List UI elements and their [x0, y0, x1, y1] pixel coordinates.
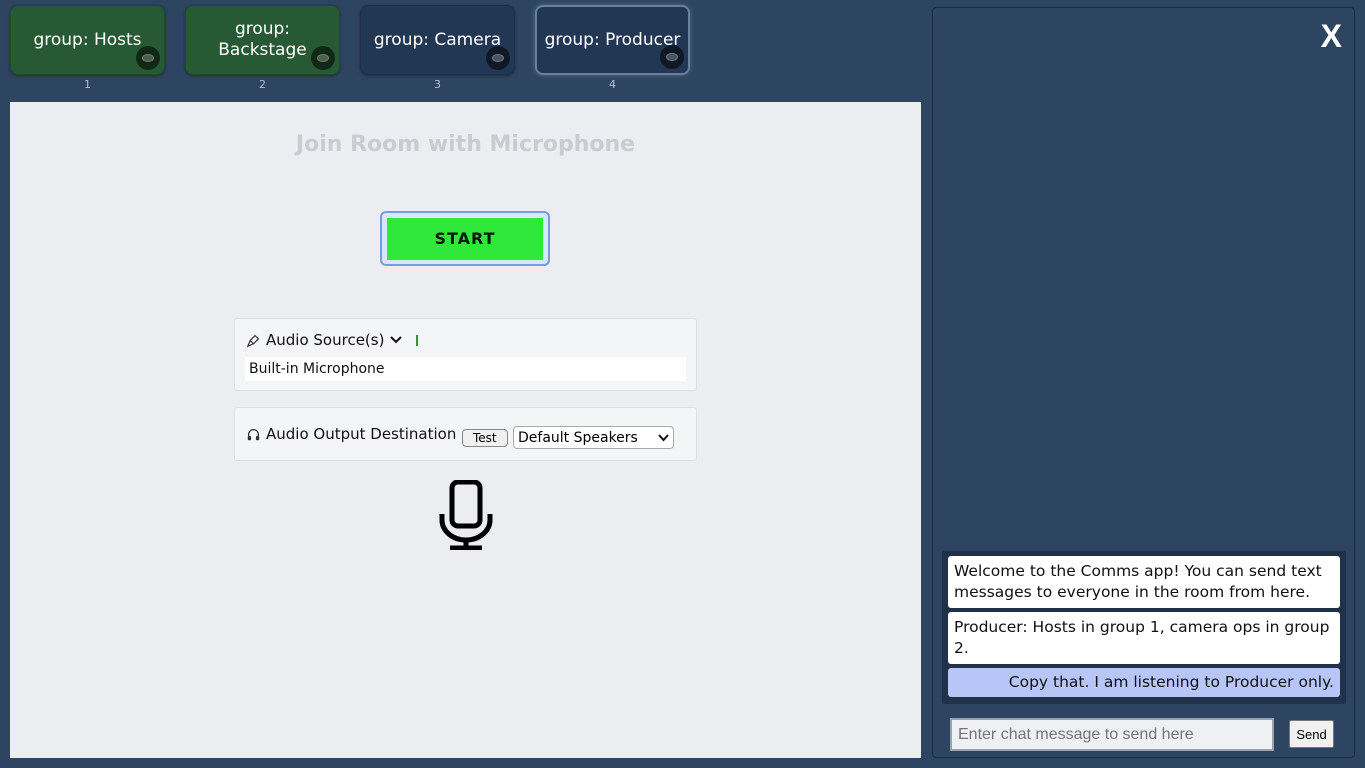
audio-output-header: Audio Output Destination	[247, 425, 456, 443]
chat-message: Welcome to the Comms app! You can send t…	[948, 556, 1340, 608]
group-number: 2	[259, 78, 266, 91]
eye-icon[interactable]	[660, 45, 684, 69]
group-number: 1	[84, 78, 91, 91]
page-title: Join Room with Microphone	[295, 132, 636, 157]
audio-output-select[interactable]: Default Speakers	[513, 426, 674, 449]
headphones-icon	[247, 428, 260, 440]
eye-icon[interactable]	[136, 46, 160, 70]
chevron-down-icon[interactable]	[390, 335, 403, 345]
audio-source-card: Audio Source(s) Built-in Microphone	[234, 318, 697, 391]
audio-level-meter	[416, 334, 419, 346]
group-label: group: Camera	[373, 29, 502, 50]
audio-source-header[interactable]: Audio Source(s)	[247, 331, 419, 349]
test-audio-button[interactable]: Test	[462, 429, 508, 447]
eye-icon[interactable]	[311, 46, 335, 70]
microphone-icon	[247, 334, 260, 347]
start-button-frame: START	[380, 211, 550, 266]
eye-icon[interactable]	[486, 46, 510, 70]
join-room-panel: Join Room with Microphone START Audio So…	[10, 102, 921, 758]
group-number: 3	[434, 78, 441, 91]
group-label: group: Producer	[544, 29, 681, 50]
start-button[interactable]: START	[387, 217, 543, 260]
group-tile-producer[interactable]: group: Producer	[535, 5, 690, 75]
chat-message: Producer: Hosts in group 1, camera ops i…	[948, 612, 1340, 664]
microphone-icon[interactable]	[436, 480, 496, 550]
chat-input[interactable]	[950, 718, 1274, 751]
close-icon[interactable]: X	[1321, 18, 1342, 55]
group-label: group: Hosts	[33, 29, 142, 50]
audio-source-label: Audio Source(s)	[266, 331, 385, 349]
group-tile-camera[interactable]: group: Camera	[360, 5, 515, 75]
chat-sidebar: X Welcome to the Comms app! You can send…	[932, 7, 1355, 758]
group-number: 4	[609, 78, 616, 91]
chat-message-own: Copy that. I am listening to Producer on…	[948, 668, 1340, 697]
audio-output-label: Audio Output Destination	[266, 425, 457, 443]
send-button[interactable]: Send	[1289, 720, 1334, 748]
audio-output-card: Audio Output Destination Test Default Sp…	[234, 407, 697, 461]
audio-source-select[interactable]: Built-in Microphone	[245, 357, 686, 381]
chevron-down-icon	[658, 433, 669, 441]
group-tile-hosts[interactable]: group: Hosts	[10, 5, 165, 75]
audio-output-selected: Default Speakers	[518, 429, 638, 446]
group-tile-backstage[interactable]: group: Backstage	[185, 5, 340, 75]
group-label: group: Backstage	[218, 19, 307, 60]
chat-message-list: Welcome to the Comms app! You can send t…	[942, 551, 1346, 704]
